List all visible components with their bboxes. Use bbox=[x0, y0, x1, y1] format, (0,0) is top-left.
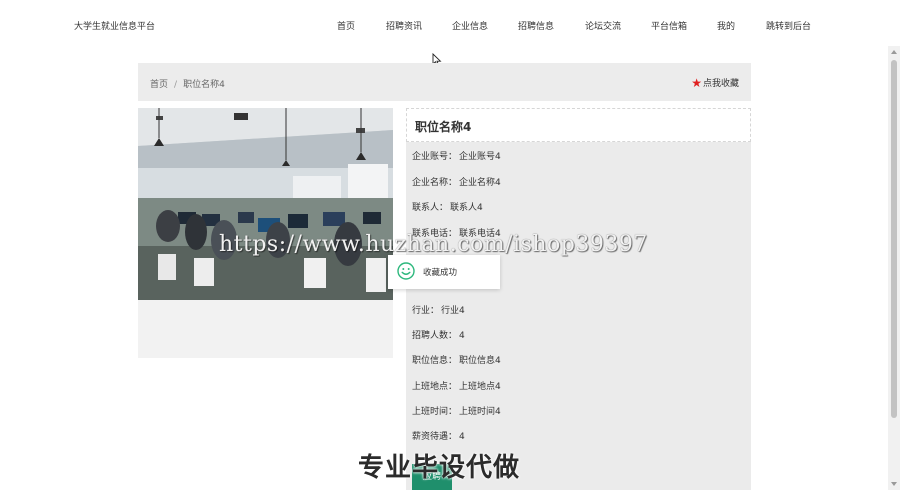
field-label: 企业名称： bbox=[412, 178, 458, 188]
nav-item-forum[interactable]: 论坛交流 bbox=[585, 19, 621, 32]
nav-item-jobs[interactable]: 招聘信息 bbox=[518, 19, 554, 32]
job-detail-panel: 职位名称4 企业账号： 企业账号4 企业名称： 企业名称4 联系人： 联系人4 联系电… bbox=[406, 108, 751, 490]
field-value: 4 bbox=[459, 331, 465, 341]
watermark-url: https://www.huzhan.com/ishop39397 bbox=[219, 232, 648, 257]
scrollbar-thumb[interactable] bbox=[891, 60, 897, 418]
star-icon: ★ bbox=[691, 76, 702, 90]
breadcrumb-home-link[interactable]: 首页 bbox=[150, 80, 168, 90]
toast-message: 收藏成功 bbox=[423, 268, 458, 278]
job-photo bbox=[138, 108, 393, 300]
breadcrumb: 首页 / 职位名称4 bbox=[150, 77, 225, 90]
job-title: 职位名称4 bbox=[415, 120, 472, 134]
nav-item-home[interactable]: 首页 bbox=[337, 19, 355, 32]
nav-item-mailbox[interactable]: 平台信箱 bbox=[651, 19, 687, 32]
field-headcount: 招聘人数： 4 bbox=[412, 328, 465, 341]
field-value: 上班时间4 bbox=[459, 407, 501, 417]
field-label: 招聘人数： bbox=[412, 331, 458, 341]
field-label: 联系人： bbox=[412, 203, 449, 213]
field-label: 薪资待遇： bbox=[412, 432, 458, 442]
breadcrumb-current: 职位名称4 bbox=[183, 80, 225, 90]
nav-item-mine[interactable]: 我的 bbox=[717, 19, 735, 32]
breadcrumb-separator: / bbox=[174, 80, 178, 90]
nav-item-admin[interactable]: 跳转到后台 bbox=[766, 19, 811, 32]
field-company-name: 企业名称： 企业名称4 bbox=[412, 175, 501, 188]
favorite-label: 点我收藏 bbox=[702, 79, 739, 89]
field-contact-person: 联系人： 联系人4 bbox=[412, 200, 483, 213]
top-navbar: 大学生就业信息平台 首页 招聘资讯 企业信息 招聘信息 论坛交流 平台信箱 我的… bbox=[0, 0, 888, 52]
nav-item-companies[interactable]: 企业信息 bbox=[452, 19, 488, 32]
field-label: 上班地点： bbox=[412, 382, 458, 392]
field-value: 4 bbox=[459, 432, 465, 442]
field-value: 企业账号4 bbox=[459, 152, 501, 162]
field-value: 联系人4 bbox=[450, 203, 483, 213]
nav-item-job-news[interactable]: 招聘资讯 bbox=[386, 19, 422, 32]
field-value: 上班地点4 bbox=[459, 382, 501, 392]
field-company-account: 企业账号： 企业账号4 bbox=[412, 149, 501, 162]
field-value: 行业4 bbox=[441, 306, 465, 316]
page-scrollbar[interactable] bbox=[888, 46, 900, 490]
field-job-info: 职位信息： 职位信息4 bbox=[412, 353, 501, 366]
scroll-up-icon[interactable] bbox=[891, 50, 897, 54]
job-title-box: 职位名称4 bbox=[406, 108, 751, 142]
scroll-down-icon[interactable] bbox=[891, 482, 897, 486]
overlay-caption: 专业毕设代做 bbox=[358, 453, 521, 483]
field-label: 职位信息： bbox=[412, 356, 458, 366]
field-value: 企业名称4 bbox=[459, 178, 501, 188]
field-work-location: 上班地点： 上班地点4 bbox=[412, 379, 501, 392]
field-work-hours: 上班时间： 上班时间4 bbox=[412, 404, 501, 417]
main-nav: 首页 招聘资讯 企业信息 招聘信息 论坛交流 平台信箱 我的 跳转到后台 bbox=[0, 19, 888, 35]
field-industry: 行业： 行业4 bbox=[412, 303, 465, 316]
field-value: 职位信息4 bbox=[459, 356, 501, 366]
breadcrumb-bar: 首页 / 职位名称4 ★点我收藏 bbox=[138, 63, 751, 101]
field-salary: 薪资待遇： 4 bbox=[412, 429, 465, 442]
field-label: 上班时间： bbox=[412, 407, 458, 417]
smile-icon bbox=[397, 262, 415, 280]
success-toast: 收藏成功 bbox=[388, 255, 500, 289]
field-label: 行业： bbox=[412, 306, 440, 316]
field-label: 企业账号： bbox=[412, 152, 458, 162]
favorite-button[interactable]: ★点我收藏 bbox=[691, 76, 739, 90]
